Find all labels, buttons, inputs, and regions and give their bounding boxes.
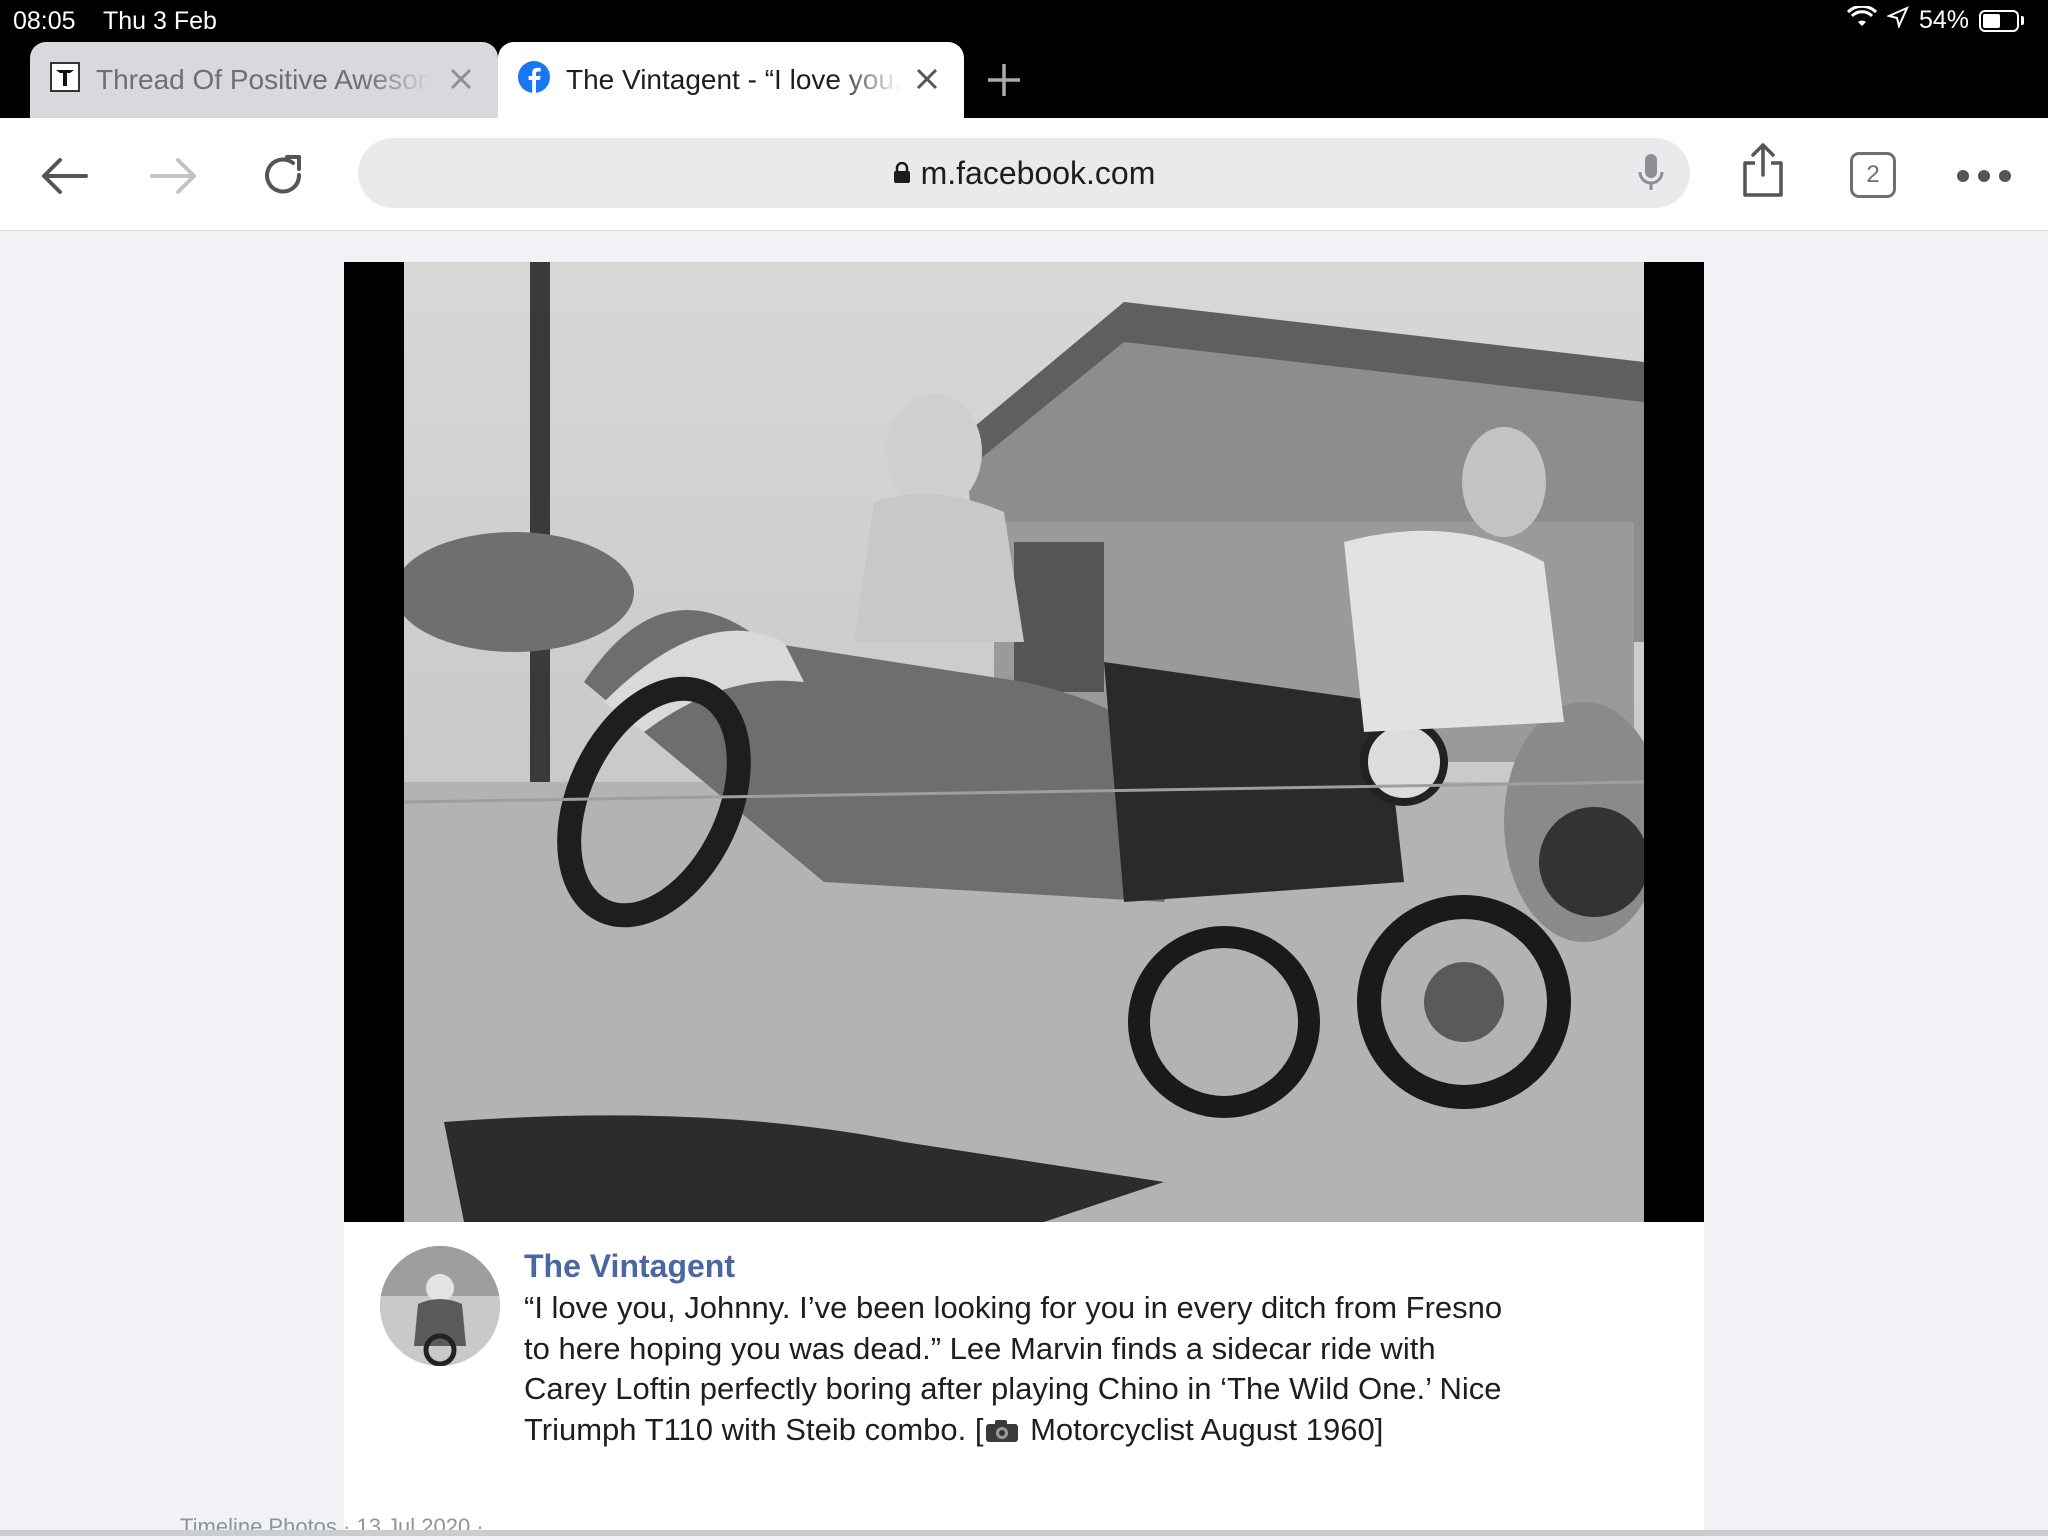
status-indicators: 54% bbox=[1846, 4, 2024, 35]
tab-thread-of-positive-awesome[interactable]: Thread Of Positive Awesome bbox=[30, 42, 498, 118]
post-text: “I love you, Johnny. I’ve been looking f… bbox=[524, 1288, 1524, 1453]
lock-icon bbox=[893, 162, 911, 184]
browser-toolbar: m.facebook.com 2 bbox=[0, 118, 2048, 231]
location-icon bbox=[1885, 6, 1909, 35]
post-photo[interactable] bbox=[404, 262, 1644, 1222]
status-time: 08:05 bbox=[13, 7, 76, 35]
post-text-end: Motorcyclist August 1960] bbox=[1021, 1411, 1384, 1447]
battery-icon bbox=[1979, 9, 2019, 32]
scroll-edge bbox=[0, 1530, 2048, 1536]
share-button[interactable] bbox=[1735, 142, 1791, 198]
avatar[interactable] bbox=[380, 1246, 500, 1366]
more-options-icon[interactable] bbox=[1956, 148, 2012, 204]
tab-title: The Vintagent - “I love you, Johnny” bbox=[566, 64, 901, 95]
post-page-name[interactable]: The Vintagent bbox=[524, 1248, 735, 1285]
tab-title: Thread Of Positive Awesome bbox=[96, 64, 431, 95]
tab-bar: Thread Of Positive Awesome The Vintagent… bbox=[0, 42, 2048, 118]
camera-icon bbox=[985, 1413, 1019, 1454]
status-date: Thu 3 Feb bbox=[103, 7, 217, 35]
address-bar[interactable]: m.facebook.com bbox=[358, 138, 1690, 208]
status-bar: 08:05 Thu 3 Feb 54% bbox=[0, 0, 2048, 42]
tabs-overview-button[interactable]: 2 bbox=[1850, 152, 1896, 198]
close-icon[interactable] bbox=[442, 60, 480, 98]
forward-button[interactable] bbox=[146, 148, 202, 204]
wifi-icon bbox=[1846, 4, 1878, 35]
back-button[interactable] bbox=[36, 148, 92, 204]
facebook-post: The Vintagent “I love you, Johnny. I’ve … bbox=[344, 262, 1704, 1536]
close-icon[interactable] bbox=[908, 60, 946, 98]
reload-button[interactable] bbox=[256, 148, 312, 204]
post-photo-frame[interactable] bbox=[344, 262, 1704, 1222]
url-text: m.facebook.com bbox=[920, 154, 1156, 191]
facebook-icon bbox=[518, 60, 550, 100]
microphone-icon[interactable] bbox=[1636, 152, 1666, 204]
triumph-logo-icon bbox=[50, 61, 80, 99]
new-tab-button[interactable] bbox=[982, 58, 1026, 102]
post-meta[interactable]: Timeline Photos · 13 Jul 2020 · bbox=[180, 1514, 484, 1540]
tab-the-vintagent[interactable]: The Vintagent - “I love you, Johnny” bbox=[498, 42, 964, 118]
battery-percent: 54% bbox=[1918, 6, 1969, 34]
